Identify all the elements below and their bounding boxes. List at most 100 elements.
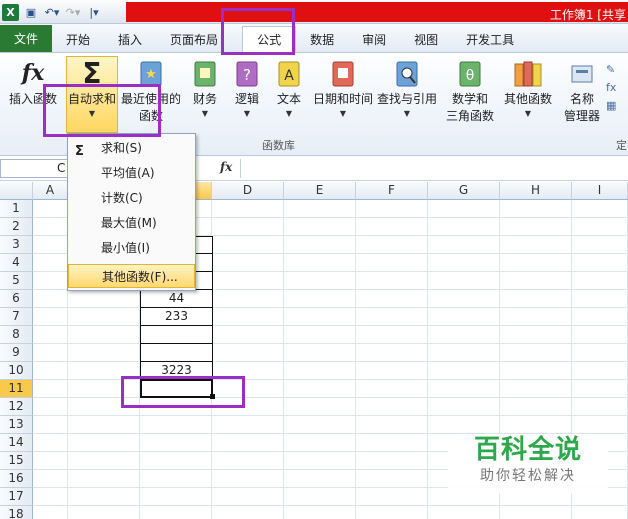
tab-file[interactable]: 文件 [0, 25, 53, 52]
lookup-button[interactable]: 查找与引用 ▼ [376, 57, 438, 120]
row-header[interactable]: 5 [0, 272, 33, 290]
logic-book-icon: ? [232, 57, 262, 89]
undo-icon[interactable]: ↶▾ [43, 3, 61, 21]
column-header[interactable]: D [212, 182, 284, 200]
excel-logo-icon[interactable]: X [2, 3, 19, 21]
text-button[interactable]: A 文本 ▼ [272, 57, 306, 120]
defined-names-group-label: 定 [616, 139, 627, 152]
row-header[interactable]: 9 [0, 344, 33, 362]
gridline [33, 343, 628, 344]
row-header[interactable]: 11 [0, 380, 33, 398]
row-header[interactable]: 17 [0, 488, 33, 506]
text-label: 文本 [276, 92, 301, 106]
menu-item-sum[interactable]: Σ 求和(S) [68, 136, 195, 160]
row-header[interactable]: 12 [0, 398, 33, 416]
finance-button[interactable]: 财务 ▼ [188, 57, 222, 120]
magnifier-book-icon [392, 57, 422, 89]
menu-item-min[interactable]: 最小值(I) [68, 236, 195, 260]
column-header[interactable]: H [500, 182, 572, 200]
menu-item-count[interactable]: 计数(C) [68, 186, 195, 210]
row-header[interactable]: 13 [0, 416, 33, 434]
table-cell[interactable]: 44 [140, 290, 213, 308]
table-cell[interactable]: 233 [140, 308, 213, 326]
watermark-tagline: 助你轻松解决 [480, 468, 576, 484]
menu-item-label: 最小值(I) [101, 241, 150, 255]
chevron-down-icon: ▼ [524, 109, 532, 118]
math-label-1: 数学和 [451, 92, 488, 106]
gridline [33, 415, 628, 416]
row-header[interactable]: 4 [0, 254, 33, 272]
menu-item-label: 求和(S) [101, 141, 142, 155]
menu-item-label: 其他函数(F)... [102, 270, 178, 284]
window-title: 工作簿1 [共享 [549, 8, 626, 22]
column-header[interactable]: E [284, 182, 356, 200]
row-header[interactable]: 16 [0, 470, 33, 488]
fx-icon[interactable]: fx [220, 160, 232, 174]
tab-developer[interactable]: 开发工具 [452, 26, 528, 52]
chevron-down-icon: ▼ [285, 109, 293, 118]
gridline [33, 361, 628, 362]
row-header[interactable]: 15 [0, 452, 33, 470]
row-header[interactable]: 6 [0, 290, 33, 308]
other-functions-label: 其他函数 [503, 92, 552, 106]
tab-home[interactable]: 开始 [52, 26, 104, 52]
row-header[interactable]: 14 [0, 434, 33, 452]
menu-item-more-functions[interactable]: 其他函数(F)... [68, 264, 195, 288]
table-cell[interactable] [140, 344, 213, 362]
select-all-corner[interactable] [0, 182, 33, 200]
define-name-icon[interactable]: ✎ fx ▦ [606, 61, 616, 115]
svg-text:★: ★ [145, 67, 157, 82]
datetime-button[interactable]: 日期和时间 ▼ [310, 57, 376, 120]
tab-insert[interactable]: 插入 [104, 26, 156, 52]
highlight-active-cell [121, 376, 245, 408]
row-header[interactable]: 7 [0, 308, 33, 326]
menu-item-label: 平均值(A) [101, 166, 155, 180]
column-header[interactable]: F [356, 182, 428, 200]
row-header[interactable]: 2 [0, 218, 33, 236]
menu-item-max[interactable]: 最大值(M) [68, 211, 195, 235]
row-header[interactable]: 1 [0, 200, 33, 218]
formula-input[interactable] [240, 159, 628, 178]
customize-toolbar-icon[interactable]: |▾ [85, 3, 103, 21]
column-header[interactable]: A [33, 182, 68, 200]
save-icon[interactable]: ▣ [22, 3, 40, 21]
name-manager-icon [567, 57, 597, 89]
math-button[interactable]: θ 数学和 三角函数 [442, 57, 498, 125]
column-header[interactable]: G [428, 182, 500, 200]
highlight-formulas-tab [221, 8, 295, 55]
finance-book-icon [190, 57, 220, 89]
watermark: 百科全说 助你轻松解决 [448, 434, 608, 494]
table-cell[interactable] [140, 326, 213, 344]
quick-access-toolbar: X ▣ ↶▾ ↷▾ |▾ [0, 0, 103, 24]
menu-item-label: 计数(C) [101, 191, 143, 205]
chevron-down-icon: ▼ [403, 109, 411, 118]
tab-data[interactable]: 数据 [296, 26, 348, 52]
gridline [33, 307, 628, 308]
row-header[interactable]: 18 [0, 506, 33, 519]
math-label-2: 三角函数 [445, 109, 494, 123]
tab-review[interactable]: 审阅 [348, 26, 400, 52]
chevron-down-icon: ▼ [201, 109, 209, 118]
name-manager-button[interactable]: 名称 管理器 [562, 57, 602, 125]
logic-label: 逻辑 [234, 92, 259, 106]
menu-item-label: 最大值(M) [101, 216, 157, 230]
ribbon-tabs: 文件 开始 插入 页面布局 公式 数据 审阅 视图 开发工具 [0, 24, 628, 52]
column-header[interactable]: I [572, 182, 628, 200]
menu-item-average[interactable]: 平均值(A) [68, 161, 195, 185]
svg-text:θ: θ [466, 68, 475, 84]
calendar-book-icon [328, 57, 358, 89]
other-functions-button[interactable]: 其他函数 ▼ [502, 57, 554, 120]
row-header[interactable]: 10 [0, 362, 33, 380]
logic-button[interactable]: ? 逻辑 ▼ [230, 57, 264, 120]
gridline [33, 505, 628, 506]
tab-view[interactable]: 视图 [400, 26, 452, 52]
name-box[interactable]: C [0, 159, 70, 178]
name-manager-label-2: 管理器 [563, 109, 600, 123]
svg-text:?: ? [243, 66, 251, 84]
text-book-icon: A [274, 57, 304, 89]
row-header[interactable]: 3 [0, 236, 33, 254]
redo-icon[interactable]: ↷▾ [64, 3, 82, 21]
row-header[interactable]: 8 [0, 326, 33, 344]
books-icon [513, 57, 543, 89]
autosum-dropdown-menu: Σ 求和(S) 平均值(A) 计数(C) 最大值(M) 最小值(I) 其他函数(… [67, 133, 196, 291]
